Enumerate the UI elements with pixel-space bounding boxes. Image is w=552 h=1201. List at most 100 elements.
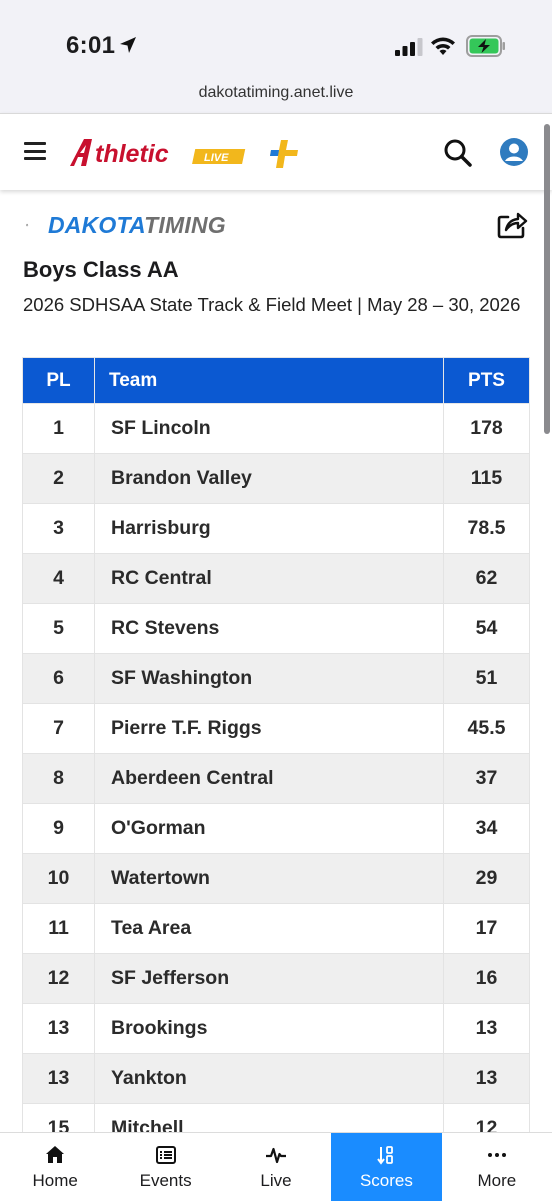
points-cell: 54 xyxy=(444,604,530,654)
table-row[interactable]: 10Watertown29 xyxy=(23,854,530,904)
wifi-icon xyxy=(430,36,456,56)
points-cell: 45.5 xyxy=(444,704,530,754)
more-icon xyxy=(487,1145,507,1165)
team-cell: Brandon Valley xyxy=(95,454,444,504)
table-row[interactable]: 11Tea Area17 xyxy=(23,904,530,954)
table-row[interactable]: 8Aberdeen Central37 xyxy=(23,754,530,804)
points-cell: 17 xyxy=(444,904,530,954)
points-cell: 16 xyxy=(444,954,530,1004)
points-cell: 178 xyxy=(444,404,530,454)
standings-table: PL Team PTS 1SF Lincoln1782Brandon Valle… xyxy=(22,357,530,1154)
points-cell: 29 xyxy=(444,854,530,904)
team-cell: Yankton xyxy=(95,1054,444,1104)
plus-logo-icon[interactable] xyxy=(268,138,300,170)
bottom-tab-bar: Home Events Live Scores More xyxy=(0,1132,552,1201)
points-cell: 13 xyxy=(444,1004,530,1054)
points-cell: 34 xyxy=(444,804,530,854)
logo-text: thletic xyxy=(95,140,169,168)
athletic-live-logo[interactable]: thletic LIVE xyxy=(68,136,250,170)
tab-label: More xyxy=(442,1171,552,1191)
team-cell: Pierre T.F. Riggs xyxy=(95,704,444,754)
place-cell: 1 xyxy=(23,404,95,454)
tab-events[interactable]: Events xyxy=(110,1133,220,1201)
home-icon xyxy=(45,1145,65,1165)
status-time: 6:01 xyxy=(66,32,115,60)
team-cell: RC Stevens xyxy=(95,604,444,654)
status-bar: 6:01 xyxy=(0,0,552,80)
table-row[interactable]: 2Brandon Valley115 xyxy=(23,454,530,504)
table-body: 1SF Lincoln1782Brandon Valley1153Harrisb… xyxy=(23,404,530,1154)
place-cell: 7 xyxy=(23,704,95,754)
points-cell: 13 xyxy=(444,1054,530,1104)
page-subtitle: 2026 SDHSAA State Track & Field Meet | M… xyxy=(23,290,528,319)
tab-label: Events xyxy=(110,1171,220,1191)
place-cell: 13 xyxy=(23,1004,95,1054)
table-header-row: PL Team PTS xyxy=(23,358,530,404)
place-cell: 2 xyxy=(23,454,95,504)
team-cell: Brookings xyxy=(95,1004,444,1054)
tab-scores[interactable]: Scores xyxy=(331,1133,441,1201)
tab-live[interactable]: Live xyxy=(221,1133,331,1201)
stopwatch-icon xyxy=(26,210,48,240)
team-cell: RC Central xyxy=(95,554,444,604)
team-cell: Watertown xyxy=(95,854,444,904)
place-cell: 12 xyxy=(23,954,95,1004)
tab-label: Live xyxy=(221,1171,331,1191)
place-cell: 11 xyxy=(23,904,95,954)
user-avatar-icon[interactable] xyxy=(499,137,529,167)
team-cell: SF Lincoln xyxy=(95,404,444,454)
place-cell: 5 xyxy=(23,604,95,654)
battery-charging-icon xyxy=(466,35,506,57)
brand-part2: TIMING xyxy=(144,212,226,238)
table-row[interactable]: 9O'Gorman34 xyxy=(23,804,530,854)
column-header-place[interactable]: PL xyxy=(23,358,95,404)
menu-icon[interactable] xyxy=(24,142,46,160)
sort-icon xyxy=(376,1145,396,1165)
table-row[interactable]: 13Yankton13 xyxy=(23,1054,530,1104)
search-icon[interactable] xyxy=(443,138,473,168)
table-row[interactable]: 7Pierre T.F. Riggs45.5 xyxy=(23,704,530,754)
tab-label: Scores xyxy=(331,1171,441,1191)
place-cell: 6 xyxy=(23,654,95,704)
points-cell: 37 xyxy=(444,754,530,804)
team-cell: Aberdeen Central xyxy=(95,754,444,804)
points-cell: 78.5 xyxy=(444,504,530,554)
place-cell: 8 xyxy=(23,754,95,804)
team-cell: SF Jefferson xyxy=(95,954,444,1004)
place-cell: 9 xyxy=(23,804,95,854)
points-cell: 62 xyxy=(444,554,530,604)
place-cell: 10 xyxy=(23,854,95,904)
table-row[interactable]: 1SF Lincoln178 xyxy=(23,404,530,454)
location-arrow-icon xyxy=(118,35,138,55)
cellular-signal-icon xyxy=(395,38,423,56)
place-cell: 13 xyxy=(23,1054,95,1104)
table-row[interactable]: 4RC Central62 xyxy=(23,554,530,604)
points-cell: 51 xyxy=(444,654,530,704)
site-header: thletic LIVE xyxy=(0,113,552,190)
url-text: dakotatiming.anet.live xyxy=(199,84,354,101)
team-cell: Harrisburg xyxy=(95,504,444,554)
table-row[interactable]: 5RC Stevens54 xyxy=(23,604,530,654)
team-cell: O'Gorman xyxy=(95,804,444,854)
dakota-timing-logo[interactable]: DAKOTATIMING xyxy=(48,210,226,240)
tab-more[interactable]: More xyxy=(442,1133,552,1201)
brand-part1: DAKOTA xyxy=(48,212,144,238)
table-row[interactable]: 12SF Jefferson16 xyxy=(23,954,530,1004)
table-row[interactable]: 6SF Washington51 xyxy=(23,654,530,704)
tab-home[interactable]: Home xyxy=(0,1133,110,1201)
list-icon xyxy=(156,1145,176,1165)
column-header-points[interactable]: PTS xyxy=(444,358,530,404)
share-icon[interactable] xyxy=(496,208,528,240)
logo-live-text: LIVE xyxy=(204,152,229,164)
pulse-icon xyxy=(266,1145,286,1165)
table-row[interactable]: 13Brookings13 xyxy=(23,1004,530,1054)
points-cell: 115 xyxy=(444,454,530,504)
browser-url-bar[interactable]: dakotatiming.anet.live xyxy=(0,80,552,113)
tab-label: Home xyxy=(0,1171,110,1191)
team-cell: Tea Area xyxy=(95,904,444,954)
column-header-team[interactable]: Team xyxy=(95,358,444,404)
place-cell: 3 xyxy=(23,504,95,554)
team-cell: SF Washington xyxy=(95,654,444,704)
table-row[interactable]: 3Harrisburg78.5 xyxy=(23,504,530,554)
page-scrollbar[interactable] xyxy=(544,124,550,434)
